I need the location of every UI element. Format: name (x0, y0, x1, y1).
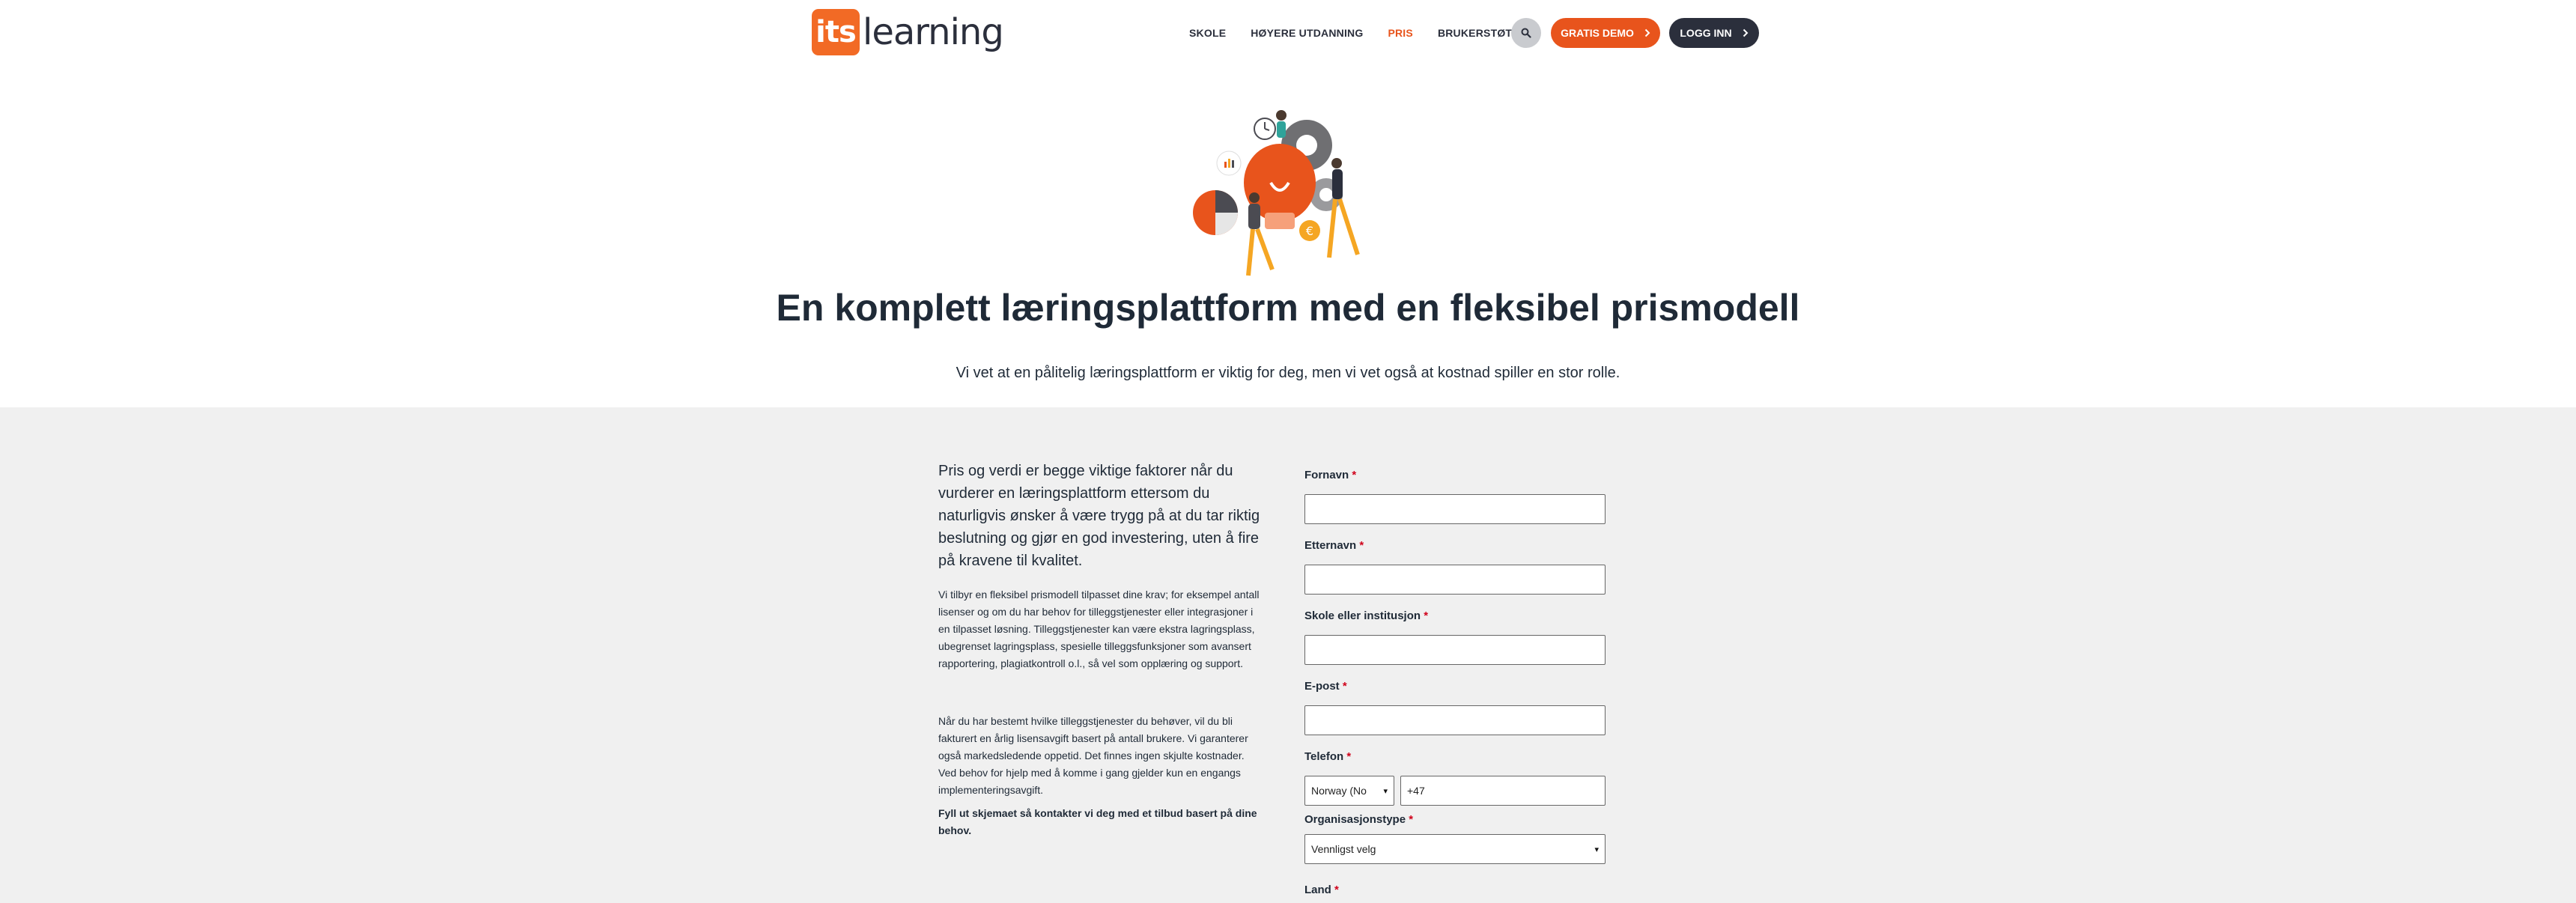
required-mark: * (1342, 680, 1347, 693)
first-name-label: Fornavn * (1304, 469, 1357, 481)
page-title: En komplett læringsplattform med en flek… (776, 287, 1800, 329)
phone-field-group: Telefon * Norway (No ▾ +47 (1304, 750, 1606, 806)
svg-text:€: € (1306, 224, 1313, 238)
nav-item-pris[interactable]: PRIS (1388, 27, 1412, 39)
phone-input[interactable]: +47 (1400, 776, 1606, 806)
logo-its-text: its (815, 15, 857, 49)
email-input[interactable] (1304, 705, 1606, 735)
chevron-down-icon: ▾ (1383, 786, 1388, 796)
nav-item-hoyere-utdanning[interactable]: HØYERE UTDANNING (1251, 27, 1363, 39)
chevron-down-icon: ▾ (1594, 845, 1599, 854)
last-name-field-group: Etternavn * (1304, 539, 1606, 595)
school-field-group: Skole eller institusjon * (1304, 609, 1606, 665)
school-input[interactable] (1304, 635, 1606, 665)
main-nav: SKOLE HØYERE UTDANNING PRIS BRUKERSTØTTE (1189, 22, 1550, 43)
last-name-label: Etternavn * (1304, 539, 1364, 552)
required-mark: * (1409, 813, 1414, 826)
itslearning-logo[interactable]: its learning (812, 9, 1004, 55)
login-label: LOGG INN (1680, 27, 1732, 39)
intro-text: Pris og verdi er begge viktige faktorer … (938, 463, 1260, 569)
required-mark: * (1334, 884, 1339, 896)
org-type-field-group: Organisasjonstype * Vennligst velg ▾ (1304, 813, 1606, 864)
search-button[interactable] (1511, 18, 1541, 48)
site-header: its learning SKOLE HØYERE UTDANNING PRIS… (0, 0, 2576, 67)
country-code-value: Norway (No (1311, 785, 1367, 797)
free-demo-button[interactable]: GRATIS DEMO (1551, 18, 1660, 48)
org-type-select[interactable]: Vennligst velg ▾ (1304, 834, 1606, 864)
logo-mark: its (812, 9, 860, 55)
logo-wordmark: learning (863, 11, 1004, 53)
clock-icon (1254, 118, 1276, 140)
chevron-right-icon (1644, 28, 1650, 37)
free-demo-label: GRATIS DEMO (1561, 27, 1634, 39)
country-field-group: Land * (1304, 884, 1606, 896)
body-paragraph-1: Vi tilbyr en fleksibel prismodell tilpas… (938, 589, 1260, 669)
required-mark: * (1352, 469, 1357, 481)
phone-row: Norway (No ▾ +47 (1304, 776, 1606, 806)
pricing-section (0, 407, 2576, 903)
body-paragraph-2: Når du har bestemt hvilke tilleggstjenes… (938, 715, 1248, 796)
call-to-action-text: Fyll ut skjemaet så kontakter vi deg med… (938, 807, 1257, 836)
required-mark: * (1359, 539, 1364, 552)
search-icon (1521, 28, 1531, 38)
first-name-input[interactable] (1304, 494, 1606, 524)
bar-chart-icon (1216, 150, 1242, 176)
required-mark: * (1424, 609, 1429, 622)
required-mark: * (1346, 750, 1352, 763)
euro-coin-icon: € (1299, 220, 1320, 241)
org-type-value: Vennligst velg (1311, 843, 1376, 855)
email-field-group: E-post * (1304, 680, 1606, 735)
country-code-select[interactable]: Norway (No ▾ (1304, 776, 1394, 806)
email-label: E-post * (1304, 680, 1347, 693)
nav-item-skole[interactable]: SKOLE (1189, 27, 1226, 39)
pricing-illustration: € (1193, 110, 1360, 276)
chevron-right-icon (1743, 28, 1749, 37)
phone-label: Telefon * (1304, 750, 1352, 763)
last-name-input[interactable] (1304, 565, 1606, 595)
page-subtitle: Vi vet at en pålitelig læringsplattform … (956, 365, 1620, 381)
country-label: Land * (1304, 884, 1339, 896)
first-name-field-group: Fornavn * (1304, 469, 1606, 524)
school-label: Skole eller institusjon * (1304, 609, 1429, 622)
org-type-label: Organisasjonstype * (1304, 813, 1414, 826)
pie-chart-icon (1193, 190, 1238, 235)
login-button[interactable]: LOGG INN (1669, 18, 1759, 48)
